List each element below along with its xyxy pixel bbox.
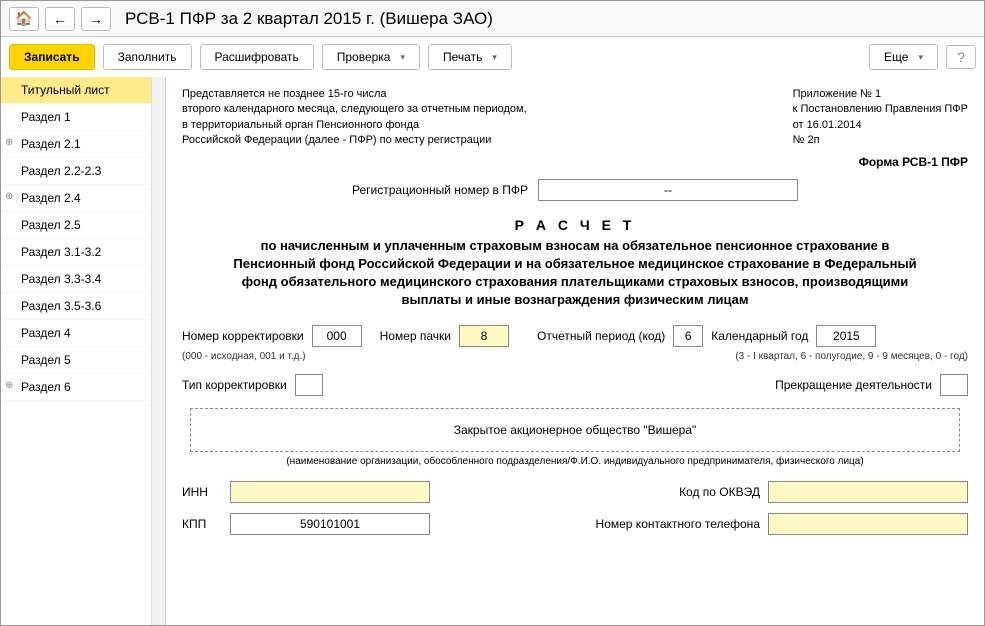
cease-field[interactable] <box>940 374 968 396</box>
inn-field[interactable] <box>230 481 430 503</box>
print-button[interactable]: Печать <box>428 44 512 70</box>
page-title: РСВ-1 ПФР за 2 квартал 2015 г. (Вишера З… <box>125 9 493 29</box>
org-name-field[interactable]: Закрытое акционерное общество "Вишера" <box>190 408 960 452</box>
back-button[interactable]: ← <box>45 7 75 31</box>
appendix-text: Приложение № 1 к Постановлению Правления… <box>793 87 968 149</box>
fill-button[interactable]: Заполнить <box>103 44 192 70</box>
okved-field[interactable] <box>768 481 968 503</box>
calc-body: по начисленным и уплаченным страховым вз… <box>182 237 968 310</box>
form-name: Форма РСВ-1 ПФР <box>182 155 968 169</box>
org-hint: (наименование организации, обособленного… <box>182 456 968 467</box>
phone-field[interactable] <box>768 513 968 535</box>
decode-button[interactable]: Расшифровать <box>200 44 314 70</box>
sidebar-item-6[interactable]: Раздел 3.1-3.2 <box>1 239 165 266</box>
forward-button[interactable]: → <box>81 7 111 31</box>
sidebar-item-3[interactable]: Раздел 2.2-2.3 <box>1 158 165 185</box>
corr-label: Номер корректировки <box>182 329 304 343</box>
sidebar-item-11[interactable]: Раздел 6 <box>1 374 165 401</box>
sidebar-item-2[interactable]: Раздел 2.1 <box>1 131 165 158</box>
pack-label: Номер пачки <box>380 329 451 343</box>
kpp-label: КПП <box>182 517 222 531</box>
cease-label: Прекращение деятельности <box>775 378 932 392</box>
okved-label: Код по ОКВЭД <box>679 485 760 499</box>
type-corr-field[interactable] <box>295 374 323 396</box>
year-label: Календарный год <box>711 329 808 343</box>
reg-label: Регистрационный номер в ПФР <box>352 183 528 197</box>
home-button[interactable]: 🏠 <box>9 7 39 31</box>
inn-label: ИНН <box>182 485 222 499</box>
intro-text: Представляется не позднее 15-го числа вт… <box>182 87 527 149</box>
sidebar: Титульный листРаздел 1Раздел 2.1Раздел 2… <box>1 77 166 625</box>
help-button[interactable]: ? <box>946 45 976 69</box>
type-corr-label: Тип корректировки <box>182 378 287 392</box>
sidebar-item-7[interactable]: Раздел 3.3-3.4 <box>1 266 165 293</box>
year-field[interactable]: 2015 <box>816 325 876 347</box>
period-hint: (3 - I квартал, 6 - полугодие, 9 - 9 мес… <box>735 351 968 362</box>
more-button[interactable]: Еще <box>869 44 938 70</box>
toolbar: Записать Заполнить Расшифровать Проверка… <box>1 37 984 77</box>
kpp-field[interactable]: 590101001 <box>230 513 430 535</box>
sidebar-item-8[interactable]: Раздел 3.5-3.6 <box>1 293 165 320</box>
save-button[interactable]: Записать <box>9 44 95 70</box>
sidebar-item-4[interactable]: Раздел 2.4 <box>1 185 165 212</box>
reg-number-field[interactable]: -- <box>538 179 798 201</box>
sidebar-item-9[interactable]: Раздел 4 <box>1 320 165 347</box>
sidebar-item-0[interactable]: Титульный лист <box>1 77 165 104</box>
pack-field[interactable]: 8 <box>459 325 509 347</box>
sidebar-item-1[interactable]: Раздел 1 <box>1 104 165 131</box>
sidebar-item-5[interactable]: Раздел 2.5 <box>1 212 165 239</box>
corr-field[interactable]: 000 <box>312 325 362 347</box>
period-label: Отчетный период (код) <box>537 329 665 343</box>
check-button[interactable]: Проверка <box>322 44 420 70</box>
top-navigation: 🏠 ← → РСВ-1 ПФР за 2 квартал 2015 г. (Ви… <box>1 1 984 37</box>
period-field[interactable]: 6 <box>673 325 703 347</box>
main-content: Представляется не позднее 15-го числа вт… <box>166 77 984 625</box>
sidebar-item-10[interactable]: Раздел 5 <box>1 347 165 374</box>
phone-label: Номер контактного телефона <box>596 517 760 531</box>
corr-hint: (000 - исходная, 001 и т.д.) <box>182 351 306 362</box>
calc-heading: Р А С Ч Е Т <box>182 217 968 233</box>
sidebar-scrollbar[interactable] <box>151 77 165 625</box>
